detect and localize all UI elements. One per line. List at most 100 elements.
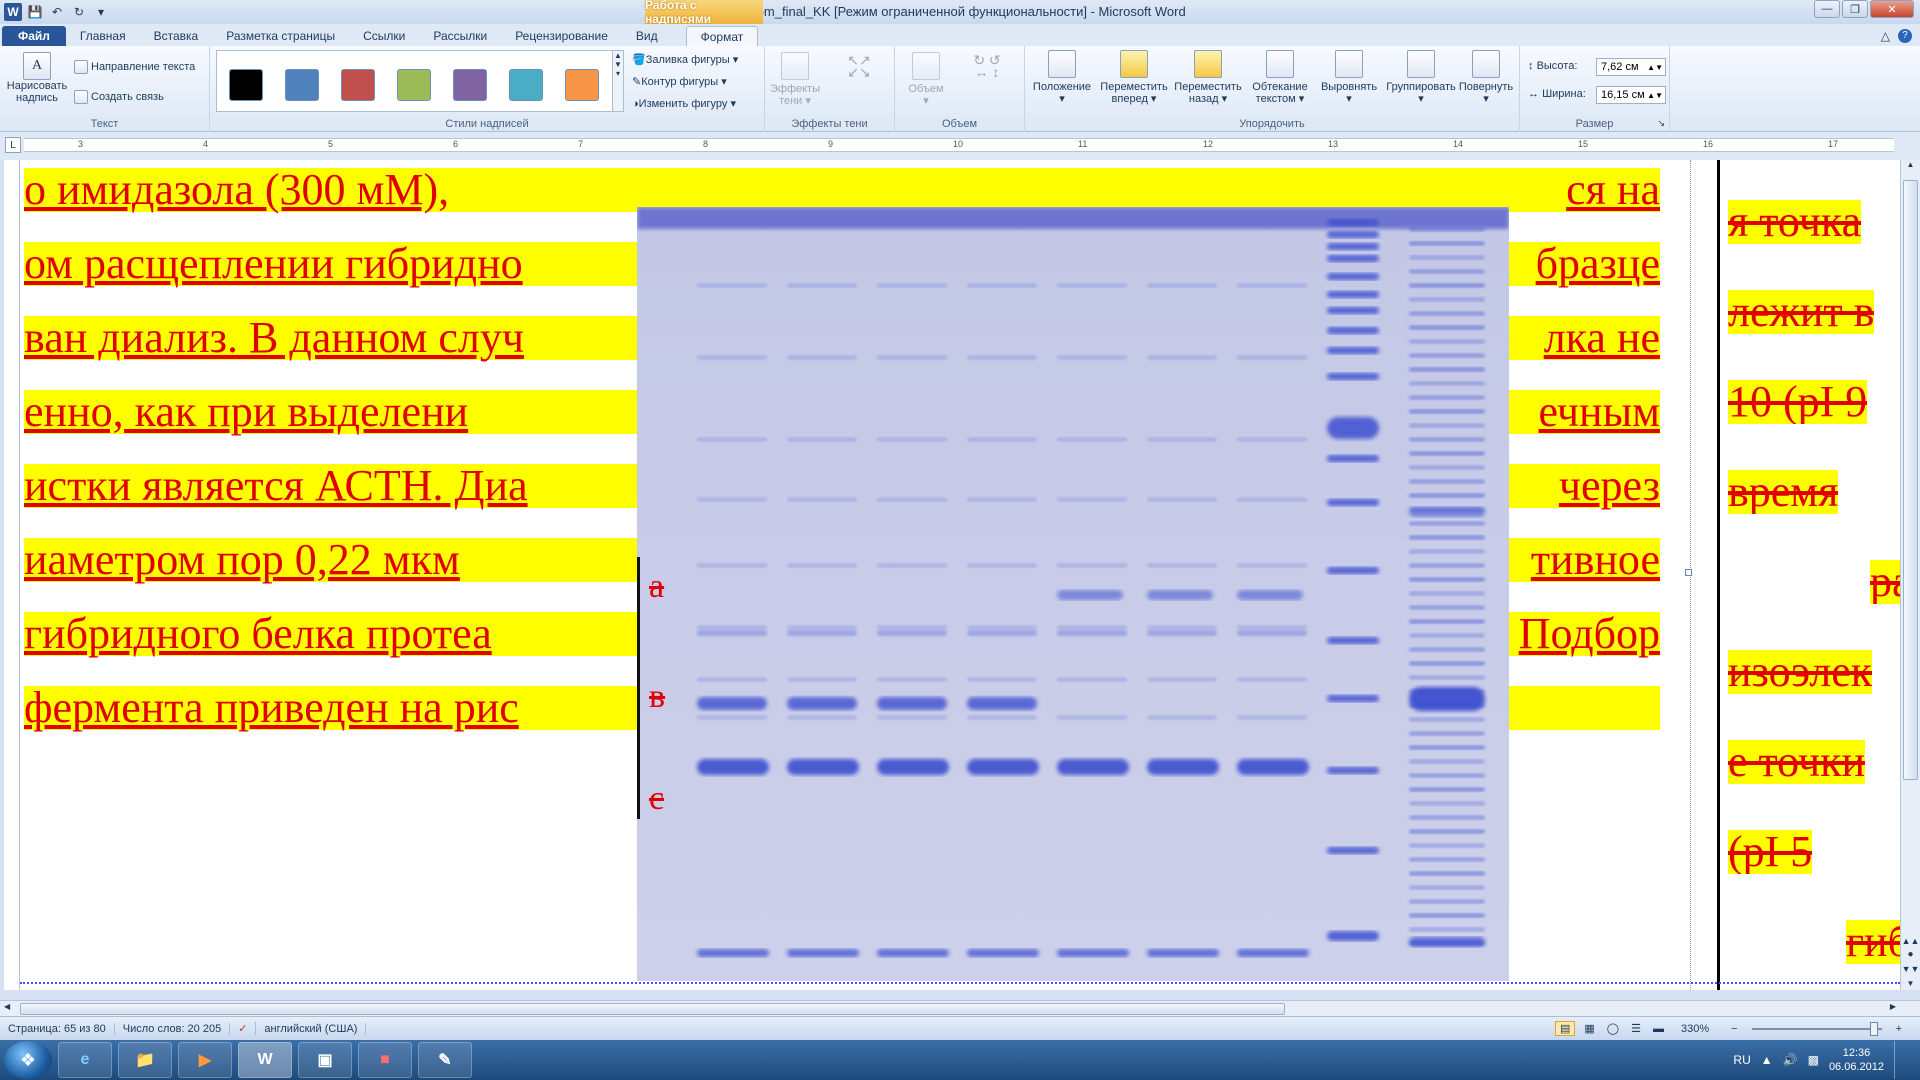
horizontal-scroll-thumb[interactable] [20,1003,1285,1015]
language-bar[interactable]: RU [1733,1053,1750,1067]
vertical-scroll-thumb[interactable] [1903,180,1918,780]
right-column-text: 10 (pI 9 [1728,380,1868,424]
style-swatch-purple[interactable] [453,69,487,101]
scroll-right-icon[interactable]: ▶ [1890,1002,1896,1011]
page-count[interactable]: Страница: 65 из 80 [0,1022,115,1035]
bring-forward-button[interactable]: Переместить вперед ▾ [1099,50,1169,105]
proofing-icon[interactable]: ✓ [230,1022,257,1035]
scroll-next-page-icon[interactable]: ▼▼ [1901,964,1920,974]
zoom-level[interactable]: 330% [1673,1023,1717,1035]
word-count[interactable]: Число слов: 20 205 [115,1022,231,1035]
text-direction-button[interactable]: Направление текста [74,60,195,74]
clock[interactable]: 12:36 06.06.2012 [1829,1046,1884,1074]
zoom-out-icon[interactable]: − [1723,1023,1745,1035]
scroll-prev-page-icon[interactable]: ▲▲ [1901,936,1920,946]
gel-electrophoresis-image[interactable] [637,207,1509,981]
position-button[interactable]: Положение ▾ [1029,50,1095,105]
tab-home[interactable]: Главная [66,26,140,46]
faint-band [697,563,767,568]
taskbar-window-icon[interactable]: ▣ [298,1042,352,1078]
tab-page-layout[interactable]: Разметка страницы [212,26,349,46]
shadow-effects-button[interactable]: Эффекты тени ▾ [767,52,823,107]
style-swatch-red[interactable] [341,69,375,101]
view-outline-icon[interactable]: ☰ [1628,1022,1644,1035]
height-spinner-icon[interactable]: ▲▼ [1647,63,1665,72]
undo-icon[interactable]: ↶ [48,3,66,21]
horizontal-scrollbar[interactable]: ◀ ▶ [0,1000,1920,1016]
ruler-track[interactable]: 3 4 5 6 7 8 9 10 11 12 13 14 15 16 17 [24,138,1894,152]
vertical-scrollbar[interactable]: ▲ ▲▲ ● ▼▼ ▼ [1900,160,1920,990]
view-web-icon[interactable]: ◯ [1604,1022,1622,1035]
style-swatch-green[interactable] [397,69,431,101]
view-print-layout-icon[interactable]: ▤ [1554,1021,1576,1036]
view-draft-icon[interactable]: ▬ [1650,1023,1667,1035]
taskbar-paint-icon[interactable]: ✎ [418,1042,472,1078]
textbox-resize-handle[interactable] [1685,569,1692,576]
faint-band [1237,437,1307,442]
group-button[interactable]: Группировать ▾ [1383,50,1459,105]
minimize-ribbon-icon[interactable]: △ [1881,29,1890,43]
help-icon[interactable]: ? [1898,29,1912,43]
taskbar-pdf-icon[interactable]: ■ [358,1042,412,1078]
tab-format[interactable]: Формат [685,26,759,46]
gel-svg [637,207,1509,981]
taskbar-mediaplayer-icon[interactable]: ▶ [178,1042,232,1078]
tab-references[interactable]: Ссылки [349,26,419,46]
page-bottom-guide [20,982,1900,984]
taskbar-ie-icon[interactable]: e [58,1042,112,1078]
send-backward-button[interactable]: Переместить назад ▾ [1173,50,1243,105]
height-input[interactable]: 7,62 см ▲▼ [1596,58,1666,76]
word-app-icon[interactable]: W [4,3,22,21]
create-link-button[interactable]: Создать связь [74,90,164,104]
gallery-scroll[interactable]: ▲ ▼ ▾ [612,50,624,112]
minimize-button[interactable]: — [1814,0,1840,18]
volume-icon[interactable]: 🔊 [1783,1053,1798,1067]
close-button[interactable]: ✕ [1870,0,1914,18]
maximize-button[interactable]: ❐ [1842,0,1868,18]
save-icon[interactable]: 💾 [26,3,44,21]
scroll-down-icon[interactable]: ▼ [1901,979,1920,988]
width-spinner-icon[interactable]: ▲▼ [1647,91,1665,100]
view-fullscreen-icon[interactable]: ▦ [1581,1022,1597,1035]
taskbar-word-icon[interactable]: W [238,1042,292,1078]
style-swatch-blue[interactable] [285,69,319,101]
change-shape-button[interactable]: ◑Изменить фигуру ▾ [632,98,736,110]
style-swatch-black[interactable] [229,69,263,101]
tab-selector[interactable]: L [5,137,21,153]
shape-fill-icon: 🪣 [632,54,646,66]
shape-outline-button[interactable]: ✎Контур фигуры ▾ [632,76,727,88]
tab-mailings[interactable]: Рассылки [419,26,501,46]
faint-band [787,563,857,568]
tab-file[interactable]: Файл [2,26,66,46]
width-input[interactable]: 16,15 см ▲▼ [1596,86,1666,104]
language-indicator[interactable]: английский (США) [256,1022,367,1035]
tab-view[interactable]: Вид [622,26,672,46]
tab-insert[interactable]: Вставка [140,26,213,46]
show-desktop-button[interactable] [1894,1041,1906,1079]
document-area[interactable]: о имидазола (300 мМ), ся на ом расщеплении… [20,160,1900,990]
faint-band [697,715,767,720]
3d-effects-button[interactable]: Объем ▾ [901,52,951,107]
wrap-text-button[interactable]: Обтекание текстом ▾ [1247,50,1313,105]
size-dialog-launcher-icon[interactable]: ↘ [1657,118,1665,129]
tab-review[interactable]: Рецензирование [501,26,622,46]
redo-icon[interactable]: ↻ [70,3,88,21]
start-button[interactable]: ❖ [4,1041,52,1079]
right-column-text: е точки [1728,740,1866,784]
taskbar-explorer-icon[interactable]: 📁 [118,1042,172,1078]
tray-arrow-icon[interactable]: ▲ [1761,1053,1773,1067]
zoom-in-icon[interactable]: + [1888,1023,1910,1035]
style-swatch-aqua[interactable] [509,69,543,101]
network-icon[interactable]: ▩ [1808,1053,1819,1067]
scroll-left-icon[interactable]: ◀ [4,1002,10,1011]
customize-qat-icon[interactable]: ▾ [92,3,110,21]
zoom-slider-knob[interactable] [1869,1021,1878,1036]
zoom-slider[interactable] [1751,1021,1882,1036]
scroll-up-icon[interactable]: ▲ [1901,160,1920,174]
select-browse-object-icon[interactable]: ● [1901,949,1920,960]
shape-fill-button[interactable]: 🪣Заливка фигуры ▾ [632,54,738,66]
align-button[interactable]: Выровнять ▾ [1317,50,1381,105]
style-swatch-orange[interactable] [565,69,599,101]
rotate-button[interactable]: Повернуть ▾ [1455,50,1517,105]
draw-textbox-button[interactable]: A Нарисовать надпись [4,52,70,104]
